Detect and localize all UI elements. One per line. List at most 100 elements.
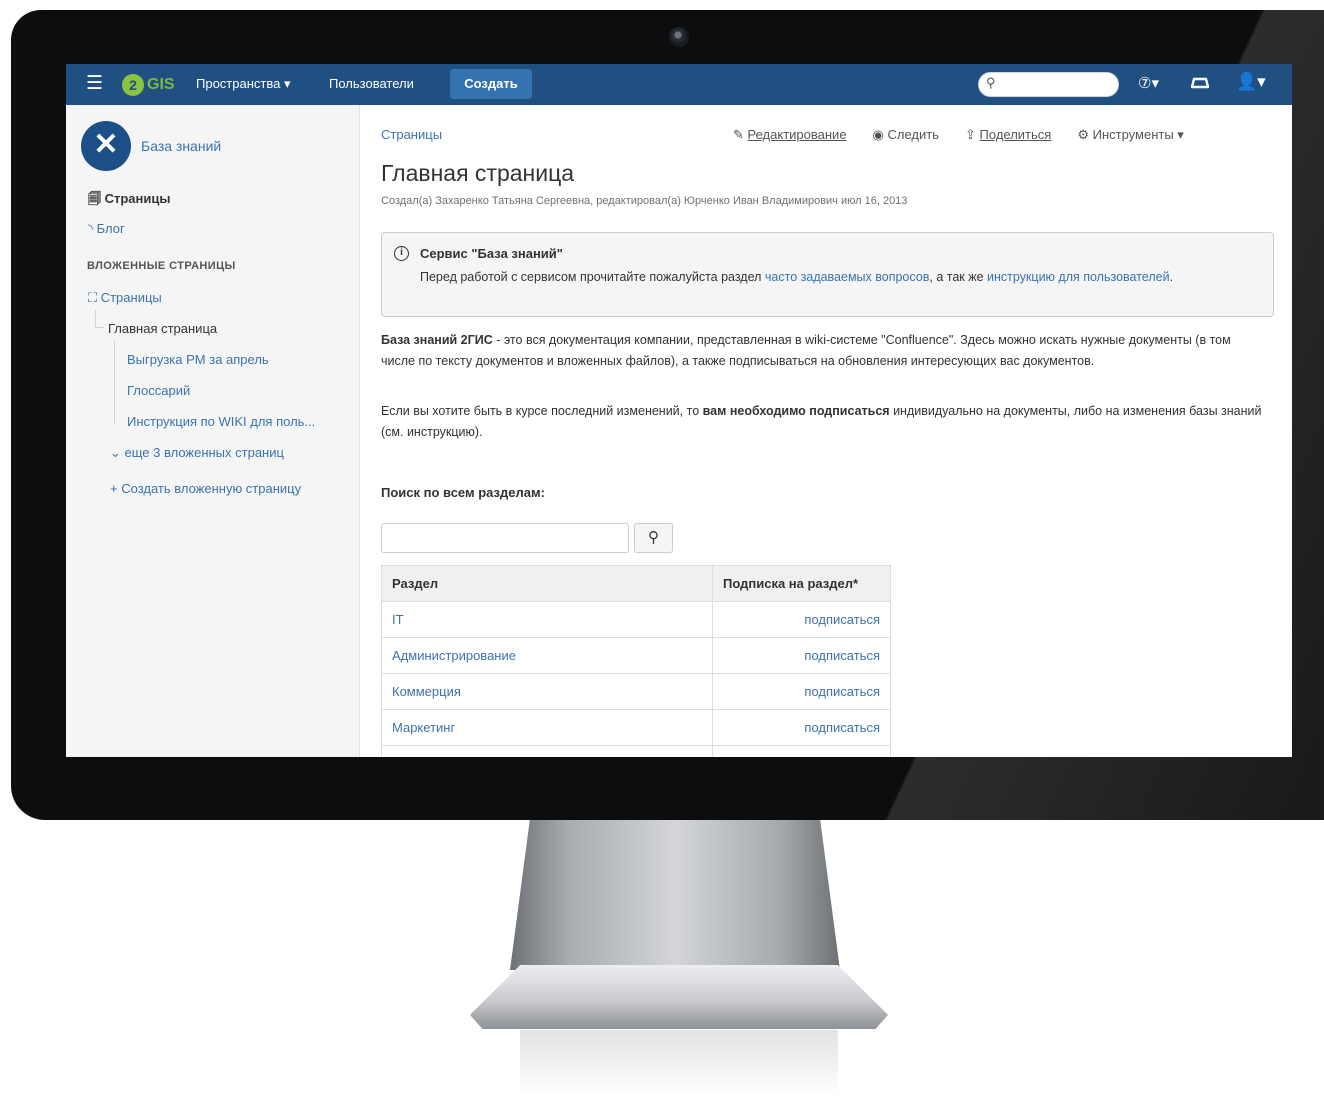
app-logo[interactable]: 2 GIS [122, 74, 175, 96]
tree-item-label: Страницы [100, 290, 162, 305]
table-row: IT подписаться [381, 601, 891, 638]
section-search-button[interactable]: ⚲ [634, 523, 673, 553]
pencil-icon: ✎ [733, 127, 748, 142]
nav-spaces-menu[interactable]: Пространства ▾ [196, 76, 290, 92]
page-byline: Создал(а) Захаренко Татьяна Сергеевна, р… [381, 195, 908, 207]
sections-table: Раздел Подписка на раздел* IT подписатьс… [381, 565, 891, 757]
create-button[interactable]: Создать [450, 69, 532, 99]
search-input[interactable]: ⚲ [978, 72, 1119, 97]
subscribe-cell: подписаться [712, 709, 891, 746]
edit-button[interactable]: ✎ Редактирование [733, 127, 847, 143]
nav-users-link[interactable]: Пользователи [329, 76, 414, 91]
user-guide-link[interactable]: инструкцию для пользователей [987, 270, 1170, 284]
menu-icon[interactable]: ☰ [86, 73, 103, 95]
tree-connector [114, 341, 115, 423]
tools-label: Инструменты ▾ [1092, 127, 1184, 142]
section-link[interactable] [381, 745, 713, 757]
tree-item-child[interactable]: Глоссарий [127, 383, 190, 398]
share-button[interactable]: ⇪ Поделиться [965, 127, 1051, 143]
faq-link[interactable]: часто задаваемых вопросов [765, 270, 929, 284]
create-child-page-link[interactable]: + Создать вложенную страницу [110, 481, 301, 496]
breadcrumb[interactable]: Страницы [381, 127, 442, 142]
search-heading: Поиск по всем разделам: [381, 485, 545, 500]
logo-text: GIS [147, 76, 175, 93]
user-avatar-icon[interactable]: 👤▾ [1236, 72, 1266, 92]
intro-bold: База знаний 2ГИС [381, 333, 493, 347]
tree-icon: ⛶ [88, 290, 101, 305]
nested-pages-heading: ВЛОЖЕННЫЕ СТРАНИЦЫ [87, 260, 236, 272]
section-search-input[interactable] [381, 523, 629, 553]
show-more-label: еще 3 вложенных страниц [124, 445, 284, 460]
section-link[interactable]: Маркетинг [381, 709, 713, 746]
browser-screen: ☰ 2 GIS Пространства ▾ Пользователи Созд… [66, 64, 1292, 757]
eye-icon: ◉ [872, 127, 888, 142]
notifications-icon[interactable] [1191, 73, 1209, 93]
page-actions: ✎ Редактирование ◉ Следить ⇪ Поделиться … [733, 127, 1210, 143]
column-header: Раздел [381, 565, 713, 602]
top-navigation-bar: ☰ 2 GIS Пространства ▾ Пользователи Созд… [66, 64, 1292, 105]
subscribe-cell: подписаться [712, 637, 891, 674]
section-link[interactable]: IT [381, 601, 713, 638]
tree-item-pages[interactable]: ⛶ Страницы [88, 290, 162, 306]
info-text: Перед работой с сервисом прочитайте пожа… [420, 267, 1240, 288]
subscribe-bold: вам необходимо подписаться [702, 404, 890, 418]
monitor-reflection [520, 1030, 838, 1097]
search-icon: ⚲ [648, 529, 659, 546]
tree-item-child[interactable]: Выгрузка PM за апрель [127, 352, 269, 367]
sidebar-item-pages[interactable]: 🗐 Страницы [88, 190, 170, 212]
sidebar-item-blog[interactable]: ◝ Блог [88, 221, 125, 237]
subscribe-cell [712, 745, 891, 757]
table-row: Коммерция подписаться [381, 673, 891, 710]
space-logo-icon[interactable]: ✕ [81, 121, 131, 171]
share-label: Поделиться [979, 127, 1052, 142]
gear-icon: ⚙ [1077, 127, 1093, 142]
column-header: Подписка на раздел* [712, 565, 891, 602]
table-row: Маркетинг подписаться [381, 709, 891, 746]
camera-icon [669, 27, 689, 47]
show-more-children[interactable]: ⌄ еще 3 вложенных страниц [110, 445, 284, 461]
subscribe-link[interactable]: подписаться [804, 648, 880, 663]
help-icon[interactable]: ⑦▾ [1138, 74, 1159, 92]
subscribe-cell: подписаться [712, 673, 891, 710]
share-icon: ⇪ [965, 127, 980, 142]
section-name[interactable]: IT [392, 612, 404, 627]
subscribe-paragraph: Если вы хотите быть в курсе последний из… [381, 401, 1266, 443]
subscribe-link[interactable]: подписаться [804, 720, 880, 735]
info-text-part: . [1169, 270, 1174, 284]
tree-item-main-page[interactable]: Главная страница [108, 321, 217, 336]
space-sidebar: ✕ База знаний 🗐 Страницы ◝ Блог ВЛОЖЕННЫ… [66, 105, 360, 757]
info-text-part: , а так же [929, 270, 988, 284]
section-name[interactable]: Маркетинг [392, 720, 455, 735]
plus-icon: + [110, 481, 122, 496]
table-row [381, 745, 891, 757]
sidebar-item-label: Страницы [104, 191, 171, 206]
section-name[interactable]: Администрирование [392, 648, 516, 663]
section-link[interactable]: Коммерция [381, 673, 713, 710]
subscribe-text: Если вы хотите быть в курсе последний из… [381, 404, 703, 418]
search-icon: ⚲ [986, 75, 996, 90]
subscribe-link[interactable]: подписаться [804, 684, 880, 699]
space-name-link[interactable]: База знаний [141, 138, 221, 154]
tree-connector [95, 310, 96, 328]
info-title: Сервис "База знаний" [420, 246, 563, 261]
watch-label: Следить [887, 127, 940, 142]
rss-icon: ◝ [88, 221, 97, 236]
table-row: Администрирование подписаться [381, 637, 891, 674]
sidebar-item-label: Блог [96, 221, 125, 236]
tree-item-child[interactable]: Инструкция по WIKI для поль... [127, 414, 349, 429]
watch-button[interactable]: ◉ Следить [873, 127, 939, 143]
section-link[interactable]: Администрирование [381, 637, 713, 674]
logo-icon: 2 [122, 74, 144, 96]
subscribe-link[interactable]: подписаться [804, 612, 880, 627]
chevron-down-icon: ⌄ [110, 445, 125, 460]
create-child-label: Создать вложенную страницу [121, 481, 302, 496]
table-header-row: Раздел Подписка на раздел* [381, 565, 891, 602]
pages-icon: 🗐 [88, 191, 105, 206]
intro-text: - это вся документация компании, предста… [381, 333, 1231, 368]
monitor-neck [510, 820, 840, 970]
info-icon: i [394, 246, 409, 261]
tools-menu[interactable]: ⚙ Инструменты ▾ [1077, 127, 1183, 143]
page-content: Страницы ✎ Редактирование ◉ Следить ⇪ По… [381, 105, 1281, 757]
info-text-part: Перед работой с сервисом прочитайте пожа… [420, 270, 765, 284]
section-name[interactable]: Коммерция [392, 684, 461, 699]
